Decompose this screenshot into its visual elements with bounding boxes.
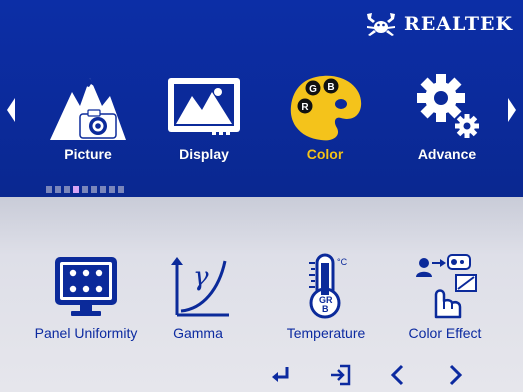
tab-label-advance: Advance <box>417 146 477 162</box>
thermometer-rgb-icon: G R B °C <box>309 253 348 319</box>
monitor-landscape-icon <box>168 78 240 135</box>
page-indicator-dot <box>91 186 97 193</box>
page-indicator-dot <box>46 186 52 193</box>
chevron-left-icon <box>7 98 15 122</box>
tab-display[interactable]: Display <box>149 70 259 170</box>
page-indicator-dot <box>82 186 88 193</box>
brand-name: REALTEK <box>404 13 513 35</box>
page-indicator <box>46 186 124 193</box>
svg-text:°C: °C <box>337 257 348 267</box>
realtek-crab-logo-icon <box>367 13 396 36</box>
arrow-right-icon <box>449 364 463 386</box>
item-panel-uniformity[interactable]: Panel Uniformity <box>25 253 147 353</box>
nav-left-arrow[interactable] <box>4 95 18 125</box>
tab-picture[interactable]: Picture <box>33 70 143 170</box>
brand: REALTEK <box>364 10 513 38</box>
page-indicator-dot <box>55 186 61 193</box>
item-gamma[interactable]: γ Gamma <box>161 253 235 353</box>
tab-label-display: Display <box>179 146 229 162</box>
item-label-gamma: Gamma <box>173 325 223 341</box>
chevron-right-icon <box>508 98 516 122</box>
nav-right-arrow[interactable] <box>505 95 519 125</box>
svg-text:R: R <box>301 102 309 113</box>
item-label-temperature: Temperature <box>286 325 366 341</box>
item-color-effect[interactable]: Color Effect <box>394 253 496 353</box>
page-indicator-dot <box>118 186 124 193</box>
softkey-bar <box>0 363 523 387</box>
page-indicator-dot <box>64 186 70 193</box>
svg-text:B: B <box>327 82 334 93</box>
exit-key[interactable] <box>328 363 352 387</box>
item-label-color-effect: Color Effect <box>408 325 482 341</box>
svg-text:G: G <box>309 84 317 95</box>
gears-icon <box>417 74 479 138</box>
item-label-panel-uniformity: Panel Uniformity <box>34 325 138 341</box>
tab-color[interactable]: G B R Color <box>270 70 380 170</box>
item-temperature[interactable]: G R B °C Temperature <box>274 253 378 353</box>
page-indicator-dot <box>100 186 106 193</box>
arrow-left-icon <box>390 364 404 386</box>
tab-label-color: Color <box>306 146 344 162</box>
prev-key[interactable] <box>386 363 410 387</box>
tab-advance[interactable]: Advance <box>392 70 502 170</box>
osd-screen: REALTEK Picture Display G B R Color Adva… <box>0 0 523 392</box>
page-indicator-dot <box>73 186 79 193</box>
gamma-curve-icon: γ <box>171 257 229 317</box>
svg-text:γ: γ <box>193 262 209 292</box>
top-menu-bar: REALTEK Picture Display G B R Color Adva… <box>0 0 523 197</box>
exit-icon <box>331 364 351 386</box>
svg-text:B: B <box>322 304 329 314</box>
hand-pointer-effect-icon <box>416 254 477 319</box>
page-indicator-dot <box>109 186 115 193</box>
tab-label-picture: Picture <box>64 146 112 162</box>
enter-key[interactable] <box>269 363 293 387</box>
panel-grid-icon <box>55 257 117 316</box>
enter-icon <box>272 367 289 382</box>
palette-rgb-icon: G B R <box>290 75 362 141</box>
mountain-camera-icon <box>50 78 126 140</box>
next-key[interactable] <box>443 363 467 387</box>
